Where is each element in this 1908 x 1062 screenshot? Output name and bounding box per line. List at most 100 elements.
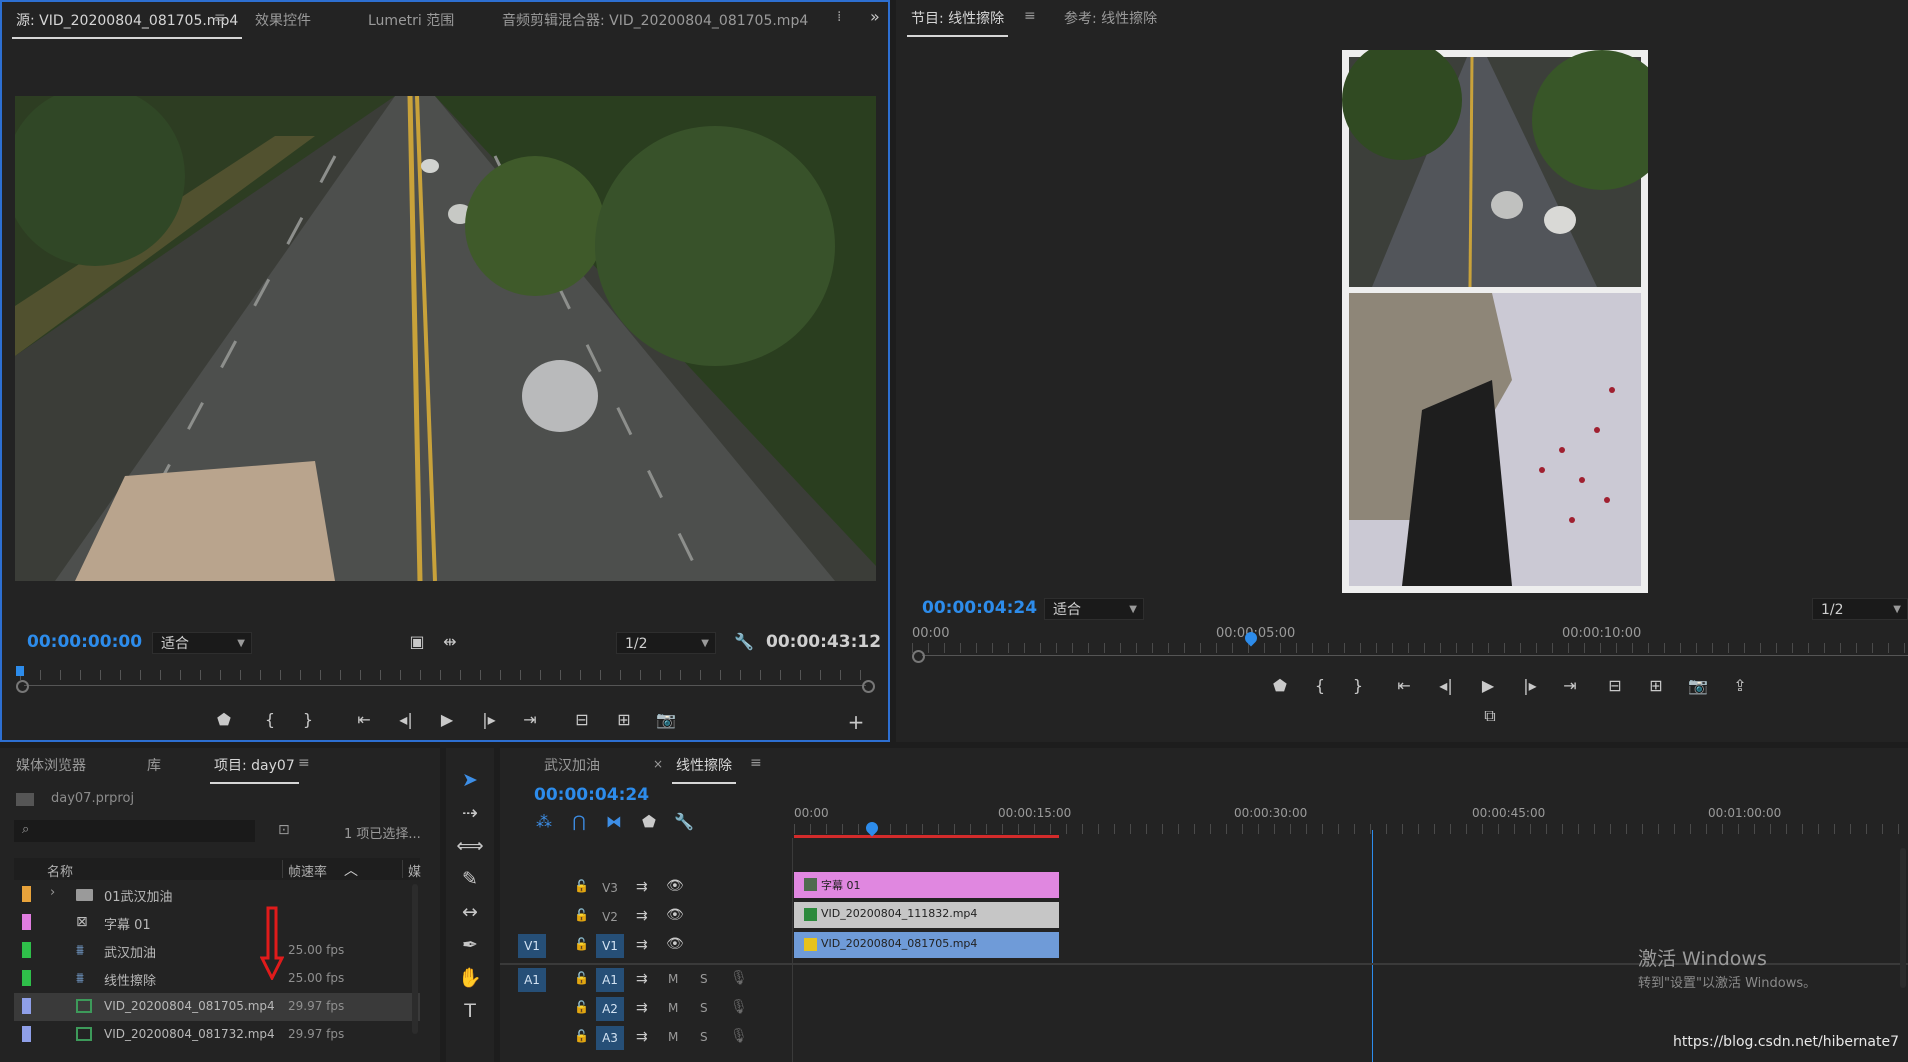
list-item[interactable]: VID_20200804_081705.mp4 29.97 fps	[14, 993, 420, 1021]
column-fps[interactable]: 帧速率	[288, 861, 327, 880]
work-area-bar[interactable]	[794, 835, 1059, 838]
wrench-icon[interactable]: 🔧	[730, 630, 758, 654]
timeline-timecode[interactable]: 00:00:04:24	[534, 785, 649, 805]
microphone-icon[interactable]: 🎙	[730, 999, 748, 1015]
list-item[interactable]: ⩩ 线性擦除 25.00 fps	[14, 965, 420, 993]
track-target-a2[interactable]: A2	[596, 997, 624, 1021]
add-marker-icon[interactable]: ⬟	[210, 708, 238, 732]
go-to-out-icon[interactable]: ⇥	[516, 708, 544, 732]
menu-icon[interactable]: ≡	[750, 755, 762, 771]
extract-icon[interactable]: ⊞	[1642, 674, 1670, 698]
tab-project[interactable]: 项目: day07	[210, 755, 299, 784]
mute-button[interactable]: M	[668, 1030, 678, 1044]
tab-program[interactable]: 节目: 线性擦除	[907, 8, 1009, 37]
source-zoom-dropdown[interactable]: 适合 ▼	[152, 632, 252, 654]
list-item[interactable]: ⊠ 字幕 01	[14, 909, 420, 937]
tab-sequence-wuhan[interactable]: 武汉加油	[544, 755, 600, 775]
safe-margins-icon[interactable]: ▣	[403, 630, 431, 654]
tab-sequence-linear-wipe[interactable]: 线性擦除	[672, 755, 736, 784]
step-forward-icon[interactable]: |▸	[475, 708, 503, 732]
mute-button[interactable]: M	[668, 1001, 678, 1015]
eye-icon[interactable]: 👁	[666, 878, 684, 894]
tab-reference[interactable]: 参考: 线性擦除	[1064, 8, 1157, 28]
sync-lock-icon[interactable]: ⇉	[636, 879, 648, 895]
tab-audio-clip-mixer[interactable]: 音频剪辑混合器: VID_20200804_081705.mp4	[502, 10, 808, 30]
list-item[interactable]: ⩩ 武汉加油 25.00 fps	[14, 937, 420, 965]
razor-tool-icon[interactable]: ✎	[454, 865, 486, 893]
mark-in-icon[interactable]: {	[1306, 674, 1334, 698]
overflow-chevron-icon[interactable]: »	[870, 7, 880, 26]
step-back-icon[interactable]: ◂|	[392, 708, 420, 732]
add-marker-icon[interactable]: ⬟	[1266, 674, 1294, 698]
menu-icon[interactable]: ≡	[298, 755, 310, 771]
source-resolution-dropdown[interactable]: 1/2 ▼	[616, 632, 716, 654]
list-item[interactable]: › 01武汉加油	[14, 881, 420, 909]
track-select-tool-icon[interactable]: ⇢	[454, 799, 486, 827]
source-patch-v1[interactable]: V1	[518, 934, 546, 958]
linked-selection-icon[interactable]: ⧓	[600, 810, 628, 834]
program-current-timecode[interactable]: 00:00:04:24	[922, 598, 1037, 618]
export-frame-icon[interactable]: 📷	[1684, 674, 1712, 698]
selection-tool-icon[interactable]: ➤	[454, 766, 486, 794]
track-target-v2[interactable]: V2	[596, 905, 624, 929]
tab-lumetri-scopes[interactable]: Lumetri 范围	[368, 10, 454, 30]
tab-libraries[interactable]: 库	[147, 755, 161, 775]
tab-effect-controls[interactable]: 效果控件	[255, 10, 311, 30]
menu-icon[interactable]: ≡	[214, 10, 226, 26]
overwrite-icon[interactable]: ⊞	[610, 708, 638, 732]
zoom-handle-left[interactable]	[16, 680, 29, 693]
program-zoom-dropdown[interactable]: 适合 ▼	[1044, 598, 1144, 620]
close-icon[interactable]: ×	[653, 757, 663, 771]
go-to-in-icon[interactable]: ⇤	[1390, 674, 1418, 698]
timeline-clip-v1[interactable]: VID_20200804_081705.mp4	[794, 932, 1059, 958]
solo-button[interactable]: S	[700, 1030, 708, 1044]
lock-icon[interactable]: 🔓	[574, 1000, 589, 1014]
track-target-a1[interactable]: A1	[596, 968, 624, 992]
play-icon[interactable]: ▶	[1474, 674, 1502, 698]
sync-lock-icon[interactable]: ⇉	[636, 971, 648, 987]
tab-source[interactable]: 源: VID_20200804_081705.mp4	[12, 10, 243, 39]
slip-tool-icon[interactable]: ↔	[454, 898, 486, 926]
timeline-vertical-scrollbar[interactable]	[1900, 848, 1906, 988]
lock-icon[interactable]: 🔓	[574, 879, 589, 893]
new-bin-from-search-icon[interactable]: ⊡	[278, 822, 290, 838]
tab-media-browser[interactable]: 媒体浏览器	[16, 755, 86, 775]
insert-markers-icon[interactable]: ⇹	[436, 630, 464, 654]
export-frame-icon[interactable]: 📷	[652, 708, 680, 732]
microphone-icon[interactable]: 🎙	[730, 1028, 748, 1044]
pen-tool-icon[interactable]: ✒	[454, 931, 486, 959]
go-to-out-icon[interactable]: ⇥	[1556, 674, 1584, 698]
mark-out-icon[interactable]: }	[294, 708, 322, 732]
source-playhead[interactable]	[16, 666, 24, 676]
eye-icon[interactable]: 👁	[666, 936, 684, 952]
go-to-in-icon[interactable]: ⇤	[350, 708, 378, 732]
mark-in-icon[interactable]: {	[256, 708, 284, 732]
type-tool-icon[interactable]: T	[454, 997, 486, 1025]
sync-lock-icon[interactable]: ⇉	[636, 1000, 648, 1016]
ripple-edit-tool-icon[interactable]: ⟺	[454, 832, 486, 860]
source-patch-a1[interactable]: A1	[518, 968, 546, 992]
track-target-v1[interactable]: V1	[596, 934, 624, 958]
eye-icon[interactable]: 👁	[666, 907, 684, 923]
insert-icon[interactable]: ⊟	[568, 708, 596, 732]
share-icon[interactable]: ⇪	[1726, 674, 1754, 698]
sync-lock-icon[interactable]: ⇉	[636, 908, 648, 924]
microphone-icon[interactable]: 🎙	[730, 970, 748, 986]
source-time-ruler[interactable]	[16, 666, 875, 693]
lock-icon[interactable]: 🔓	[574, 908, 589, 922]
sort-ascending-icon[interactable]: ︿	[344, 860, 358, 880]
add-marker-icon[interactable]: ⬟	[635, 810, 663, 834]
timeline-clip-v2[interactable]: VID_20200804_111832.mp4	[794, 902, 1059, 928]
mark-out-icon[interactable]: }	[1344, 674, 1372, 698]
project-scrollbar[interactable]	[412, 884, 418, 1034]
more-icon[interactable]: ⁞	[837, 9, 841, 25]
mute-button[interactable]: M	[668, 972, 678, 986]
program-time-ruler[interactable]: 00:00 00:00:05:00 00:00:10:00	[912, 626, 1908, 663]
step-forward-icon[interactable]: |▸	[1516, 674, 1544, 698]
hand-tool-icon[interactable]: ✋	[454, 964, 486, 992]
list-item[interactable]: VID_20200804_081732.mp4 29.97 fps	[14, 1021, 420, 1049]
source-current-timecode[interactable]: 00:00:00:00	[27, 632, 142, 652]
menu-icon[interactable]: ≡	[1024, 8, 1036, 24]
program-resolution-dropdown[interactable]: 1/2 ▼	[1812, 598, 1908, 620]
timeline-time-ruler[interactable]: 00:00 00:00:15:00 00:00:30:00 00:00:45:0…	[794, 802, 1908, 838]
